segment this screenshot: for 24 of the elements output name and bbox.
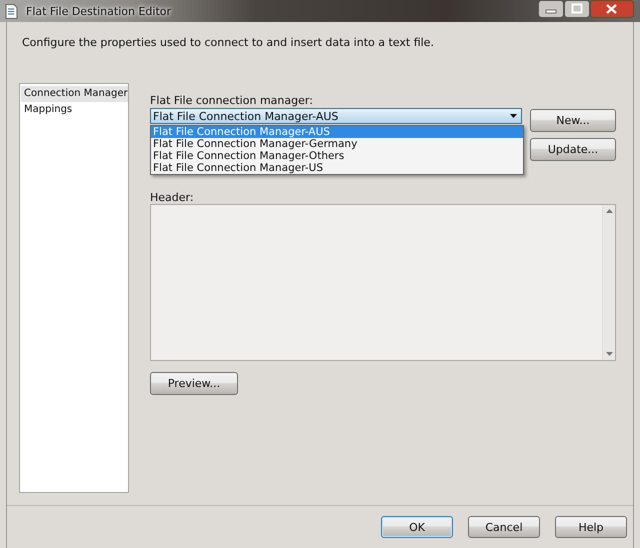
cancel-button[interactable]: Cancel bbox=[468, 516, 540, 538]
sidebar-item[interactable]: Connection Manager bbox=[21, 86, 128, 102]
dropdown-option[interactable]: Flat File Connection Manager-Germany bbox=[151, 138, 523, 150]
update-button[interactable]: Update... bbox=[530, 138, 616, 161]
preview-button[interactable]: Preview... bbox=[150, 372, 238, 395]
scroll-up-icon[interactable] bbox=[606, 209, 612, 213]
ok-button[interactable]: OK bbox=[381, 516, 453, 538]
maximize-icon[interactable] bbox=[564, 0, 590, 18]
dropdown-option[interactable]: Flat File Connection Manager-US bbox=[151, 162, 523, 174]
dropdown-option[interactable]: Flat File Connection Manager-Others bbox=[151, 150, 523, 162]
scroll-down-icon[interactable] bbox=[606, 352, 612, 356]
help-button[interactable]: Help bbox=[555, 516, 627, 538]
new-button[interactable]: New... bbox=[530, 109, 616, 132]
sidebar-item[interactable]: Mappings bbox=[21, 102, 128, 118]
dropdown-option[interactable]: Flat File Connection Manager-AUS bbox=[151, 126, 523, 138]
close-icon[interactable] bbox=[590, 0, 634, 18]
field-label: Flat File connection manager: bbox=[150, 94, 314, 108]
window-title: Flat File Destination Editor bbox=[26, 4, 172, 18]
scroll-bar[interactable] bbox=[602, 205, 615, 360]
description-text: Configure the properties used to connect to and insert data into a text file. bbox=[21, 35, 435, 51]
field-label: Header: bbox=[150, 192, 195, 204]
caret-icon bbox=[510, 114, 517, 118]
minimize-icon[interactable] bbox=[538, 0, 564, 18]
document-icon bbox=[5, 4, 18, 18]
